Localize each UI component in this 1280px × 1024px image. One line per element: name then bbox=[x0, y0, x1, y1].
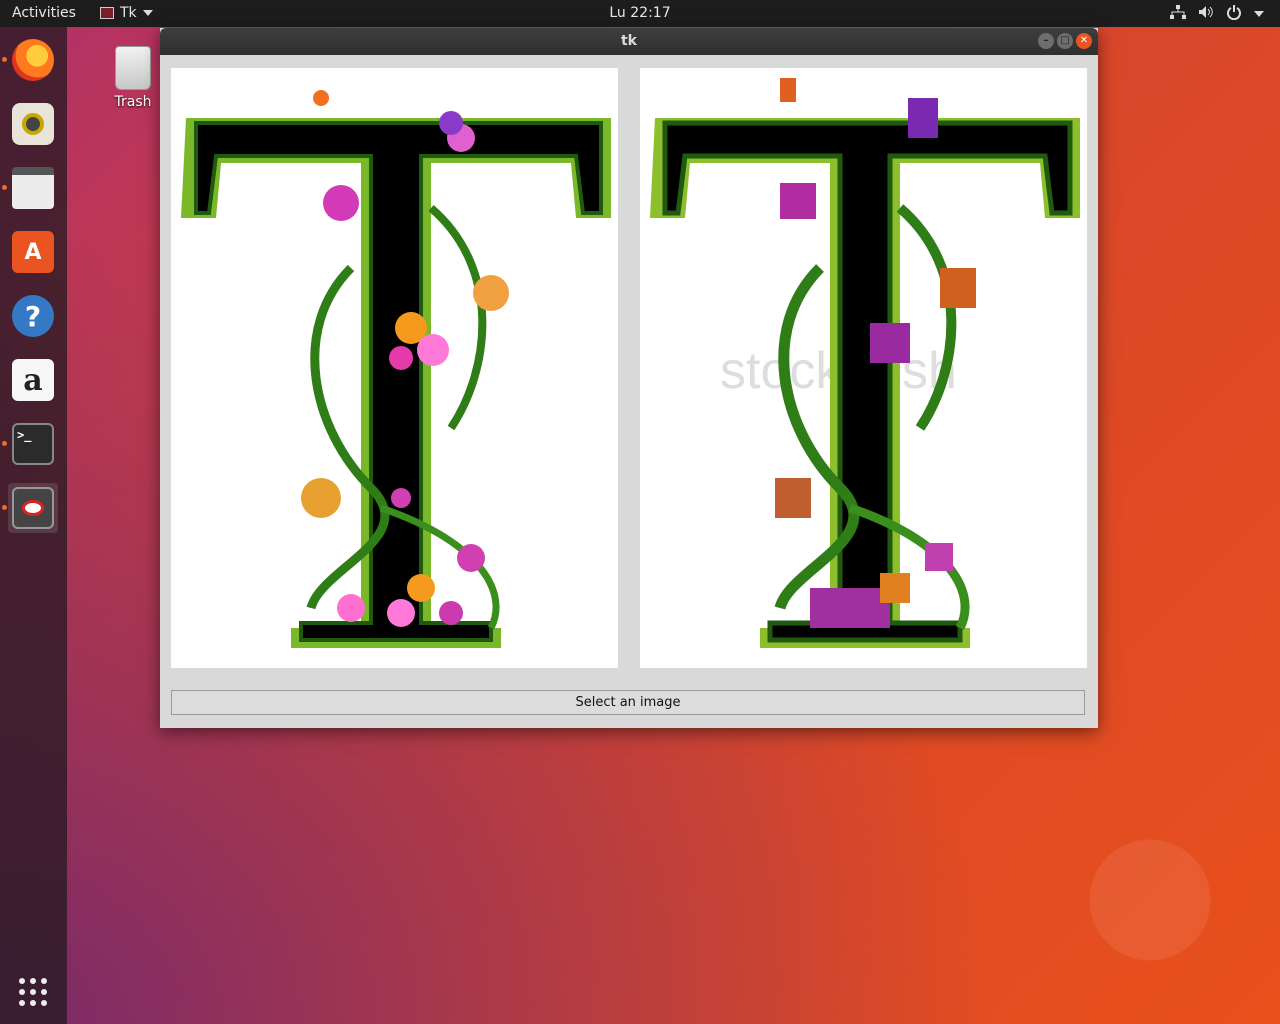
processed-image-panel: stockfresh bbox=[640, 68, 1087, 668]
trash-icon bbox=[115, 46, 151, 90]
software-center-icon: A bbox=[12, 231, 54, 273]
firefox-icon bbox=[12, 39, 54, 81]
tk-app-icon bbox=[12, 487, 54, 529]
dock-item-help[interactable]: ? bbox=[8, 291, 58, 341]
trash-label: Trash bbox=[114, 94, 152, 110]
minimize-button[interactable]: – bbox=[1038, 33, 1054, 49]
show-applications-button[interactable] bbox=[8, 967, 58, 1017]
chevron-down-icon[interactable] bbox=[1254, 11, 1264, 17]
grid-icon bbox=[19, 978, 47, 1006]
amazon-icon: a bbox=[12, 359, 54, 401]
tk-window: tk – □ ✕ Select an image bbox=[160, 28, 1098, 728]
dock-item-files[interactable] bbox=[8, 163, 58, 213]
select-image-button[interactable]: Select an image bbox=[171, 690, 1085, 715]
network-icon[interactable] bbox=[1170, 5, 1186, 23]
window-titlebar[interactable]: tk – □ ✕ bbox=[160, 28, 1098, 55]
running-indicator bbox=[2, 505, 7, 510]
dock-item-rhythmbox[interactable] bbox=[8, 99, 58, 149]
power-icon[interactable] bbox=[1226, 4, 1242, 24]
terminal-icon: >_ bbox=[12, 423, 54, 465]
dock: A ? a >_ bbox=[0, 27, 67, 1024]
rhythmbox-icon bbox=[12, 103, 54, 145]
dock-item-terminal[interactable]: >_ bbox=[8, 419, 58, 469]
app-menu-label: Tk bbox=[120, 5, 137, 21]
running-indicator bbox=[2, 441, 7, 446]
dock-item-tk[interactable] bbox=[8, 483, 58, 533]
dock-item-software[interactable]: A bbox=[8, 227, 58, 277]
window-title: tk bbox=[620, 33, 637, 49]
app-window-icon bbox=[100, 7, 114, 19]
files-icon bbox=[12, 167, 54, 209]
original-image-panel bbox=[171, 68, 618, 668]
activities-button[interactable]: Activities bbox=[12, 5, 76, 21]
help-icon: ? bbox=[12, 295, 54, 337]
trash-desktop-icon[interactable]: Trash bbox=[108, 46, 158, 110]
chevron-down-icon bbox=[142, 10, 153, 16]
running-indicator bbox=[2, 185, 7, 190]
dock-item-firefox[interactable] bbox=[8, 35, 58, 85]
floral-letter-t-image bbox=[181, 90, 611, 648]
close-button[interactable]: ✕ bbox=[1076, 33, 1092, 49]
system-tray[interactable] bbox=[1170, 4, 1264, 24]
app-menu[interactable]: Tk bbox=[100, 5, 153, 21]
floral-letter-t-processed-image: stockfresh bbox=[650, 78, 1080, 648]
clock[interactable]: Lu 22:17 bbox=[0, 5, 1280, 21]
top-bar: Activities Tk Lu 22:17 bbox=[0, 0, 1280, 27]
dock-item-amazon[interactable]: a bbox=[8, 355, 58, 405]
running-indicator bbox=[2, 57, 7, 62]
volume-icon[interactable] bbox=[1198, 5, 1214, 23]
maximize-button[interactable]: □ bbox=[1057, 33, 1073, 49]
